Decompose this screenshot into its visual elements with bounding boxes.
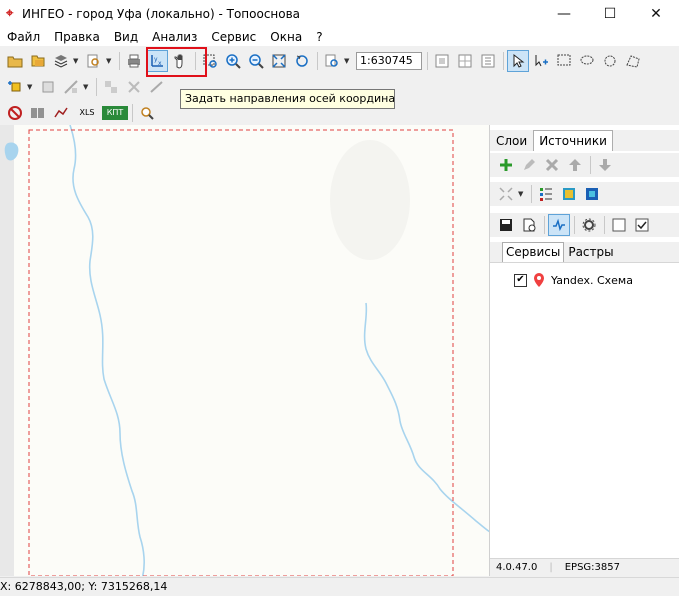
layers-icon[interactable] — [50, 50, 72, 72]
window-title: ИНГЕО - город Уфа (локально) - Топооснов… — [22, 7, 301, 21]
select-circle-icon[interactable] — [599, 50, 621, 72]
zoom-extent-icon[interactable] — [268, 50, 290, 72]
scale-icon[interactable] — [321, 50, 343, 72]
folders-icon[interactable] — [27, 50, 49, 72]
axes-direction-tooltip: Задать направления осей координат... — [180, 89, 395, 109]
doc-settings-icon[interactable] — [518, 214, 540, 236]
search-dropdown-icon[interactable]: ▼ — [106, 57, 114, 65]
menu-edit[interactable]: Правка — [47, 30, 107, 44]
move-up-icon[interactable] — [564, 154, 586, 176]
layers-dropdown-icon[interactable]: ▼ — [73, 57, 81, 65]
services-list: ✔ Yandex. Схема — [490, 262, 679, 558]
map-svg — [0, 125, 489, 576]
menu-analysis[interactable]: Анализ — [145, 30, 204, 44]
cut-object-icon[interactable] — [123, 76, 145, 98]
tab-layers[interactable]: Слои — [490, 130, 533, 151]
select-add-icon[interactable] — [530, 50, 552, 72]
zoom-window-icon[interactable] — [199, 50, 221, 72]
epsg-label: EPSG:3857 — [564, 562, 620, 573]
panel-toolbar-2: ▼ — [490, 182, 679, 206]
select-poly-icon[interactable] — [622, 50, 644, 72]
delete-x-icon[interactable] — [541, 154, 563, 176]
menu-file[interactable]: Файл — [0, 30, 47, 44]
zoom-out-icon[interactable] — [245, 50, 267, 72]
graph-icon[interactable] — [50, 102, 72, 124]
menu-help[interactable]: ? — [309, 30, 329, 44]
tab-sources[interactable]: Источники — [533, 130, 613, 151]
measure-icon[interactable] — [146, 76, 168, 98]
save-icon[interactable] — [495, 214, 517, 236]
panel-toolbar-1 — [490, 153, 679, 177]
source-subtabs: Сервисы Растры — [490, 242, 679, 262]
split-dropdown-icon[interactable]: ▼ — [83, 83, 91, 91]
checkbox-empty-icon[interactable] — [608, 214, 630, 236]
zoom-to-layer-icon[interactable] — [495, 183, 517, 205]
coordinates-readout: X: 6278843,00; Y: 7315268,14 — [0, 580, 168, 593]
scale-dropdown-icon[interactable]: ▼ — [344, 57, 352, 65]
checkbox-checked-icon[interactable] — [631, 214, 653, 236]
legend-icon[interactable] — [535, 183, 557, 205]
menu-view[interactable]: Вид — [107, 30, 145, 44]
status-bar: X: 6278843,00; Y: 7315268,14 — [0, 577, 679, 595]
svg-text:x: x — [158, 60, 162, 67]
close-button[interactable]: ✕ — [633, 0, 679, 28]
add-object-icon[interactable] — [4, 76, 26, 98]
title-bar: ⌖ ИНГЕО - город Уфа (локально) - Топоосн… — [0, 0, 679, 28]
add-dropdown-icon[interactable]: ▼ — [27, 83, 35, 91]
kpt-import-button[interactable]: КПТ — [102, 105, 128, 120]
edit-pencil-icon[interactable] — [518, 154, 540, 176]
axes-direction-icon[interactable]: yx — [146, 49, 168, 72]
subtab-rasters[interactable]: Растры — [564, 242, 617, 262]
app-logo-icon: ⌖ — [6, 6, 14, 21]
panel-tabs: Слои Источники — [490, 130, 679, 151]
menu-windows[interactable]: Окна — [263, 30, 309, 44]
select-cursor-icon[interactable] — [507, 49, 529, 72]
search-doc-icon[interactable] — [83, 50, 105, 72]
grid-tool-3-icon[interactable] — [477, 50, 499, 72]
service-label: Yandex. Схема — [551, 273, 633, 287]
version-label: 4.0.47.0 — [496, 562, 538, 573]
merge-icon[interactable] — [100, 76, 122, 98]
signal-icon[interactable] — [548, 214, 570, 236]
grid-tool-2-icon[interactable] — [454, 50, 476, 72]
zoom-layer-dropdown-icon[interactable]: ▼ — [518, 190, 526, 198]
move-down-icon[interactable] — [594, 154, 616, 176]
select-lasso-icon[interactable] — [576, 50, 598, 72]
zoom-previous-icon[interactable] — [291, 50, 313, 72]
panel-status-bar: 4.0.47.0 | EPSG:3857 — [490, 558, 679, 576]
raster-blue-icon[interactable] — [581, 183, 603, 205]
menu-service[interactable]: Сервис — [204, 30, 263, 44]
print-icon[interactable] — [123, 50, 145, 72]
split-icon[interactable] — [60, 76, 82, 98]
select-rect-icon[interactable] — [553, 50, 575, 72]
scale-input[interactable]: 1:630745 — [356, 51, 422, 70]
sources-panel: Слои Источники ▼ Сервисы Растры ✔ Yandex… — [489, 125, 679, 576]
map-pin-icon — [534, 273, 544, 287]
list-item[interactable]: ✔ Yandex. Схема — [514, 273, 633, 287]
grid-tool-1-icon[interactable] — [431, 50, 453, 72]
open-folder-icon[interactable] — [4, 50, 26, 72]
node-edit-icon[interactable] — [37, 76, 59, 98]
service-checkbox[interactable]: ✔ — [514, 273, 527, 287]
barcode-icon[interactable] — [27, 102, 49, 124]
menu-bar: Файл Правка Вид Анализ Сервис Окна ? — [0, 28, 679, 46]
gear-icon[interactable] — [578, 214, 600, 236]
map-canvas[interactable] — [0, 125, 489, 576]
add-plus-icon[interactable] — [495, 154, 517, 176]
subtab-services[interactable]: Сервисы — [502, 242, 565, 262]
panel-toolbar-3 — [490, 213, 679, 237]
xls-export-button[interactable]: XLS — [73, 102, 101, 124]
zoom-in-icon[interactable] — [222, 50, 244, 72]
raster-color-icon[interactable] — [558, 183, 580, 205]
pan-hand-icon[interactable] — [169, 50, 191, 72]
no-entry-icon[interactable] — [4, 102, 26, 124]
maximize-button[interactable]: ☐ — [587, 0, 633, 28]
find-object-icon[interactable] — [136, 102, 158, 124]
toolbar-main: ▼ ▼ yx ▼ 1:630745 — [0, 48, 679, 73]
minimize-button[interactable]: — — [541, 0, 587, 28]
